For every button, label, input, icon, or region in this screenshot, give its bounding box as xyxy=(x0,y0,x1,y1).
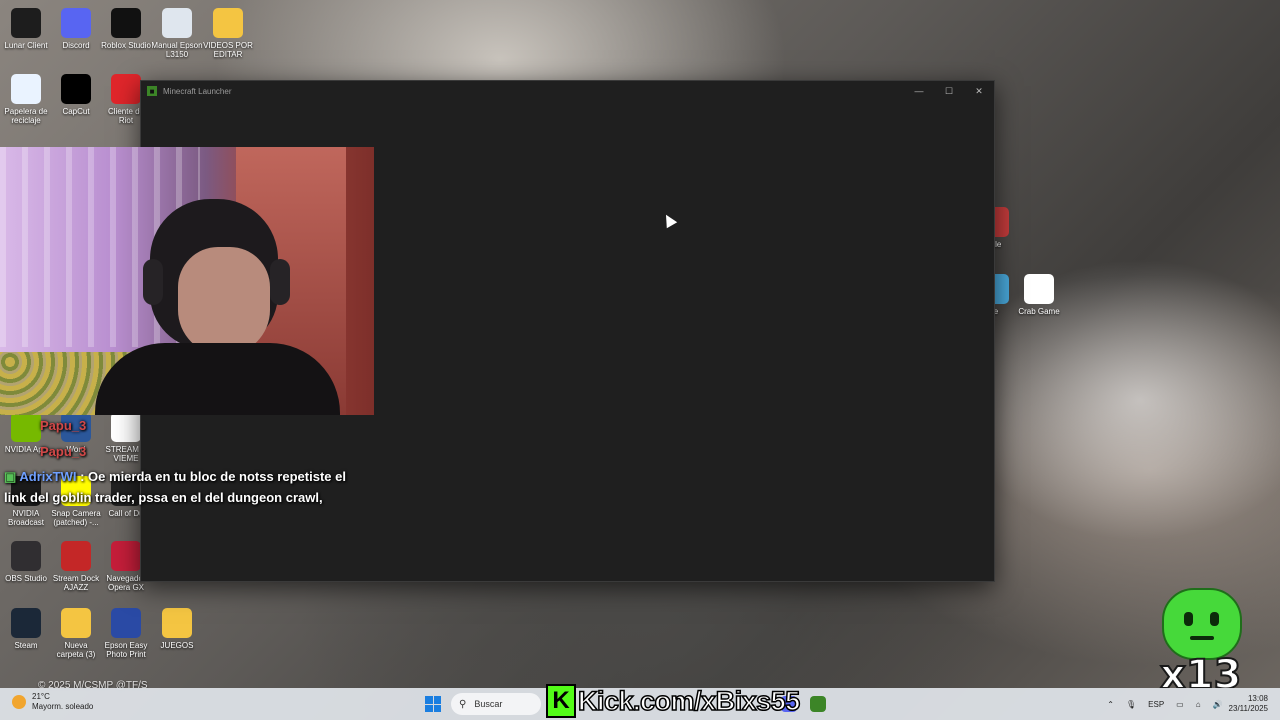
desktop-icon[interactable]: Stream Dock AJAZZ xyxy=(50,541,102,592)
window-controls: — ☐ ✕ xyxy=(904,86,994,97)
minecraft-logo-icon: ■ xyxy=(147,86,157,96)
search-icon: ⚲ xyxy=(459,698,467,710)
desktop-icon[interactable]: Roblox Studio xyxy=(100,8,152,50)
desktop-icon-label: Crab Game xyxy=(1018,307,1060,316)
opera-gx-icon xyxy=(111,541,141,571)
desktop-icon-label: OBS Studio xyxy=(5,574,47,583)
chevron-up-icon[interactable]: ⌃ xyxy=(1107,700,1114,709)
clock-date: 23/11/2025 xyxy=(1228,704,1268,713)
minecraft-taskbar-icon[interactable] xyxy=(810,696,826,712)
capcut-icon xyxy=(61,74,91,104)
epson-icon xyxy=(111,608,141,638)
window-title: Minecraft Launcher xyxy=(163,86,232,96)
notepad-icon xyxy=(111,412,141,442)
folder-icon xyxy=(162,608,192,638)
kick-logo-icon: K xyxy=(546,684,576,718)
nvidia-icon xyxy=(11,412,41,442)
desktop-icon[interactable]: Nueva carpeta (3) xyxy=(50,608,102,659)
desktop-icon-label: JUEGOS xyxy=(160,641,194,650)
desktop-icon[interactable]: VIDEOS POR EDITAR xyxy=(202,8,254,59)
clock[interactable]: 13:08 23/11/2025 xyxy=(1229,694,1268,714)
roblox-studio-icon xyxy=(111,8,141,38)
discord-icon xyxy=(61,8,91,38)
desktop-icon[interactable]: JUEGOS xyxy=(151,608,203,650)
chat-line-2: Papu_3 xyxy=(40,444,86,459)
battery-icon[interactable]: ▭ xyxy=(1176,700,1184,709)
steam-icon xyxy=(11,608,41,638)
language-indicator[interactable]: ESP xyxy=(1148,700,1164,709)
desktop-icon-label: NVIDIA Broadcast xyxy=(7,509,45,527)
desktop-icon-label: Manual Epson L3150 xyxy=(151,41,203,59)
weather-desc: Mayorm. soleado xyxy=(32,702,94,711)
chat-message-text: link del goblin trader, pssa en el del d… xyxy=(4,490,323,505)
webcam-person-body xyxy=(95,343,340,415)
weather-widget[interactable]: 21°C Mayorm. soleado xyxy=(12,692,93,712)
taskbar-search[interactable]: ⚲ Buscar xyxy=(451,693,541,715)
weather-temp: 21°C xyxy=(32,692,50,701)
obs-icon xyxy=(11,541,41,571)
chat-username: AdrixTWI xyxy=(19,469,77,484)
desktop-icon-label: Lunar Client xyxy=(4,41,48,50)
desktop-icon-label: Nueva carpeta (3) xyxy=(56,641,96,659)
chat-message-text: : Oe mierda en tu bloc de notss repetist… xyxy=(80,469,346,484)
desktop-icon-label: Epson Easy Photo Print xyxy=(104,641,148,659)
close-button[interactable]: ✕ xyxy=(964,86,994,97)
desktop-icon[interactable]: Manual Epson L3150 xyxy=(151,8,203,59)
desktop-icon-label: Papelera de reciclaje xyxy=(4,107,48,125)
crab-game-icon xyxy=(1024,274,1054,304)
desktop-icon-label: Steam xyxy=(14,641,38,650)
headphone-left xyxy=(143,259,163,305)
manual-icon xyxy=(162,8,192,38)
chat-badge-icon: ▣ xyxy=(4,469,20,484)
desktop-icon[interactable]: Lunar Client xyxy=(0,8,52,50)
mascot-eye-left xyxy=(1184,612,1193,626)
mascot-overlay xyxy=(1162,588,1242,660)
chat-message-continued: link del goblin trader, pssa en el del d… xyxy=(4,490,323,505)
desktop-icon-label: Roblox Studio xyxy=(101,41,151,50)
mascot-mouth xyxy=(1190,636,1214,640)
desktop-icon-label: CapCut xyxy=(62,107,90,116)
desktop-icon-label: Discord xyxy=(62,41,90,50)
chat-username: Papu_3 xyxy=(40,444,87,459)
network-icon[interactable]: ⌂ xyxy=(1196,700,1201,709)
desktop-icon-label: Stream Dock AJAZZ xyxy=(52,574,100,592)
riot-client-icon xyxy=(111,74,141,104)
clock-time: 13:08 xyxy=(1247,694,1268,703)
recycle-bin-icon xyxy=(11,74,41,104)
desktop-icon[interactable]: OBS Studio xyxy=(0,541,52,583)
chat-line-1: Papu_3 xyxy=(40,418,86,433)
stream-dock-icon xyxy=(61,541,91,571)
desktop-icon-label: VIDEOS POR EDITAR xyxy=(203,41,253,59)
folder-icon xyxy=(61,608,91,638)
chat-username: Papu_3 xyxy=(40,418,87,433)
desktop-icon-label: Snap Camera (patched) -... xyxy=(51,509,101,527)
search-placeholder: Buscar xyxy=(474,699,503,709)
webcam-person-face xyxy=(178,247,270,355)
desktop-icon[interactable]: CapCut xyxy=(50,74,102,116)
microphone-icon[interactable]: 🎙 xyxy=(1126,700,1136,709)
desktop-icon[interactable]: Steam xyxy=(0,608,52,650)
chat-message: ▣ AdrixTWI : Oe mierda en tu bloc de not… xyxy=(4,469,346,485)
webcam-overlay xyxy=(0,147,374,415)
desktop-icon[interactable]: Papelera de reciclaje xyxy=(0,74,52,125)
mascot-eye-right xyxy=(1210,612,1219,626)
window-titlebar[interactable]: ■ Minecraft Launcher — ☐ ✕ xyxy=(141,81,994,101)
kick-overlay: K Kick.com/xBixs55 xyxy=(546,684,801,718)
sun-icon xyxy=(12,695,26,709)
minimize-button[interactable]: — xyxy=(904,86,934,97)
windows-logo-icon xyxy=(425,696,433,704)
start-button[interactable] xyxy=(425,696,441,712)
volume-icon[interactable]: 🔊 xyxy=(1213,700,1223,709)
headphone-right xyxy=(270,259,290,305)
desktop-icon[interactable]: Crab Game xyxy=(1013,274,1065,316)
folder-icon xyxy=(213,8,243,38)
desktop-icon[interactable]: Discord xyxy=(50,8,102,50)
desktop-icon[interactable]: Epson Easy Photo Print xyxy=(100,608,152,659)
maximize-button[interactable]: ☐ xyxy=(934,86,964,97)
system-tray: ⌃ 🎙 ESP ▭ ⌂ 🔊 13:08 23/11/2025 xyxy=(1101,688,1280,720)
kick-url: Kick.com/xBixs55 xyxy=(577,685,801,717)
lunar-client-icon xyxy=(11,8,41,38)
